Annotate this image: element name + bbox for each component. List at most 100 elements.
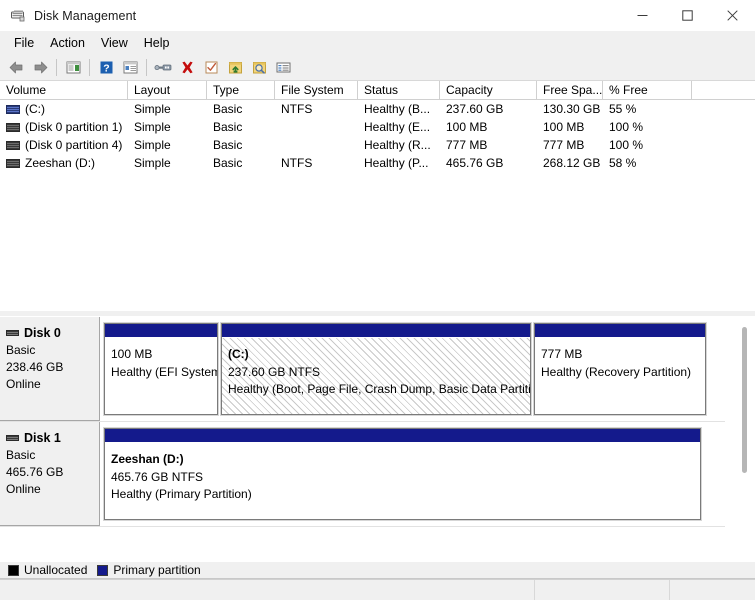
partition-c-drive[interactable]: (C:) 237.60 GB NTFS Healthy (Boot, Page …: [221, 323, 531, 415]
menu-item-file[interactable]: File: [6, 33, 42, 53]
status-cell: Healthy (P...: [358, 155, 440, 172]
partition-body: 777 MB Healthy (Recovery Partition): [535, 338, 705, 414]
menu-item-view[interactable]: View: [93, 33, 136, 53]
layout-cell: Simple: [128, 101, 207, 118]
graphical-view-scrollbar[interactable]: [737, 321, 751, 558]
partition-status: Healthy (EFI System: [111, 364, 217, 382]
column-header-layout[interactable]: Layout: [128, 81, 207, 99]
partition-capacity-bar: [105, 429, 700, 443]
disk-type: Basic: [6, 342, 99, 359]
percent-free-cell: 55 %: [603, 101, 692, 118]
disk-icon: [6, 330, 19, 336]
show-hide-console-tree-icon[interactable]: [62, 56, 84, 78]
disk-row-1[interactable]: Disk 1 Basic 465.76 GB Online Zeeshan (D…: [0, 422, 725, 527]
table-row[interactable]: (C:) Simple Basic NTFS Healthy (B... 237…: [0, 100, 755, 118]
list-view-icon[interactable]: [272, 56, 294, 78]
disk-info-panel-0[interactable]: Disk 0 Basic 238.46 GB Online: [0, 317, 100, 421]
forward-icon[interactable]: [29, 56, 51, 78]
disk-management-window: Disk Management File Action View Help: [0, 0, 755, 600]
volume-cell: (C:): [0, 102, 128, 116]
menu-bar: File Action View Help: [0, 31, 755, 54]
status-cell-message: [0, 580, 535, 600]
disk-title-line: Disk 0: [6, 326, 99, 340]
capacity-cell: 465.76 GB: [440, 155, 537, 172]
percent-free-cell: 58 %: [603, 155, 692, 172]
layout-cell: Simple: [128, 155, 207, 172]
partition-status: Healthy (Primary Partition): [111, 486, 700, 504]
legend-item-primary-partition: Primary partition: [97, 563, 200, 577]
toolbar-separator: [89, 59, 90, 76]
table-row[interactable]: (Disk 0 partition 1) Simple Basic Health…: [0, 118, 755, 136]
legend-swatch-primary-partition: [97, 565, 108, 576]
column-header-file-system[interactable]: File System: [275, 81, 358, 99]
partition-label: Zeeshan (D:): [111, 451, 700, 469]
table-row[interactable]: (Disk 0 partition 4) Simple Basic Health…: [0, 136, 755, 154]
status-bar: [0, 579, 755, 600]
volume-cell: (Disk 0 partition 4): [0, 138, 128, 152]
volume-label: (C:): [25, 102, 45, 116]
legend-label-primary-partition: Primary partition: [113, 563, 200, 577]
close-button[interactable]: [710, 0, 755, 31]
partition-recovery[interactable]: 777 MB Healthy (Recovery Partition): [534, 323, 706, 415]
column-header-free-space[interactable]: Free Spa...: [537, 81, 603, 99]
disk-title-line: Disk 1: [6, 431, 99, 445]
help-icon[interactable]: ?: [95, 56, 117, 78]
disk-size: 465.76 GB: [6, 464, 99, 481]
column-header-status[interactable]: Status: [358, 81, 440, 99]
partition-d-drive[interactable]: Zeeshan (D:) 465.76 GB NTFS Healthy (Pri…: [104, 428, 701, 520]
scrollbar-thumb[interactable]: [742, 327, 747, 473]
volume-list-header: Volume Layout Type File System Status Ca…: [0, 81, 755, 100]
partition-body: 100 MB Healthy (EFI System: [105, 338, 217, 414]
rescan-disks-icon[interactable]: [248, 56, 270, 78]
type-cell: Basic: [207, 137, 275, 154]
disk-state: Online: [6, 481, 99, 498]
percent-free-cell: 100 %: [603, 137, 692, 154]
status-cell: Healthy (R...: [358, 137, 440, 154]
toolbar-separator: [146, 59, 147, 76]
capacity-cell: 100 MB: [440, 119, 537, 136]
graphical-view-scroll-area: Disk 0 Basic 238.46 GB Online 100 MB Hea…: [0, 317, 725, 562]
graphical-view-pane: Disk 0 Basic 238.46 GB Online 100 MB Hea…: [0, 317, 755, 600]
volume-list-pane[interactable]: Volume Layout Type File System Status Ca…: [0, 81, 755, 310]
partition-label: (C:): [228, 346, 530, 364]
free-space-cell: 100 MB: [537, 119, 603, 136]
toolbar-separator: [56, 59, 57, 76]
menu-item-action[interactable]: Action: [42, 33, 93, 53]
disk-type: Basic: [6, 447, 99, 464]
extend-volume-icon[interactable]: [224, 56, 246, 78]
partition-status: Healthy (Boot, Page File, Crash Dump, Ba…: [228, 381, 530, 399]
legend: Unallocated Primary partition: [0, 562, 755, 579]
disk-info-panel-1[interactable]: Disk 1 Basic 465.76 GB Online: [0, 422, 100, 526]
type-cell: Basic: [207, 101, 275, 118]
volume-label: (Disk 0 partition 4): [25, 138, 122, 152]
volume-cell: Zeeshan (D:): [0, 156, 128, 170]
type-cell: Basic: [207, 155, 275, 172]
minimize-button[interactable]: [620, 0, 665, 31]
format-icon[interactable]: [200, 56, 222, 78]
maximize-button[interactable]: [665, 0, 710, 31]
column-header-type[interactable]: Type: [207, 81, 275, 99]
disk-name: Disk 1: [24, 431, 61, 445]
column-header-capacity[interactable]: Capacity: [440, 81, 537, 99]
menu-item-help[interactable]: Help: [136, 33, 178, 53]
status-cell: Healthy (B...: [358, 101, 440, 118]
partition-efi-system[interactable]: 100 MB Healthy (EFI System: [104, 323, 218, 415]
partition-body: Zeeshan (D:) 465.76 GB NTFS Healthy (Pri…: [105, 443, 700, 519]
volume-icon-plain: [6, 159, 20, 168]
show-hide-action-pane-icon[interactable]: [119, 56, 141, 78]
partition-status: Healthy (Recovery Partition): [541, 364, 705, 382]
volume-icon-system: [6, 105, 20, 114]
pane-splitter[interactable]: [0, 310, 755, 317]
disk-row-0[interactable]: Disk 0 Basic 238.46 GB Online 100 MB Hea…: [0, 317, 725, 422]
delete-icon[interactable]: [176, 56, 198, 78]
properties-icon[interactable]: [152, 56, 174, 78]
capacity-cell: 237.60 GB: [440, 101, 537, 118]
back-icon[interactable]: [5, 56, 27, 78]
partition-size: 777 MB: [541, 346, 705, 364]
table-row[interactable]: Zeeshan (D:) Simple Basic NTFS Healthy (…: [0, 154, 755, 172]
file-system-cell: NTFS: [275, 155, 358, 172]
column-header-volume[interactable]: Volume: [0, 81, 128, 99]
column-header-spacer[interactable]: [692, 81, 755, 99]
column-header-percent-free[interactable]: % Free: [603, 81, 692, 99]
volume-label: Zeeshan (D:): [25, 156, 95, 170]
